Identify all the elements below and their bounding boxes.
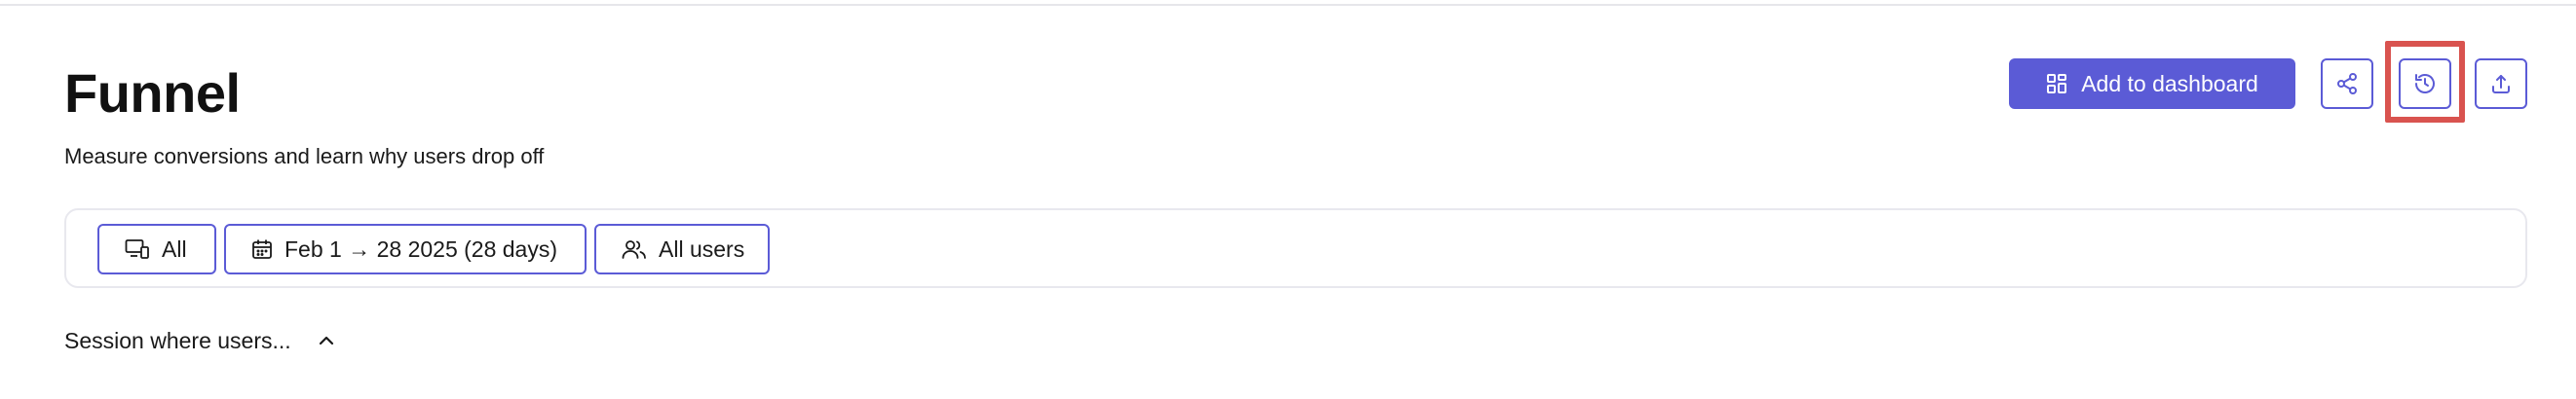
page-subtitle: Measure conversions and learn why users … bbox=[64, 144, 545, 168]
calendar-icon bbox=[251, 238, 273, 260]
device-filter[interactable]: All bbox=[97, 224, 216, 274]
history-button[interactable] bbox=[2399, 58, 2451, 109]
session-label: Session where users... bbox=[64, 327, 291, 353]
audience-filter[interactable]: All users bbox=[594, 224, 770, 274]
share-icon bbox=[2335, 72, 2359, 95]
chevron-up-icon bbox=[317, 334, 336, 347]
add-to-dashboard-button[interactable]: Add to dashboard bbox=[2009, 58, 2295, 109]
dashboard-grid-icon bbox=[2046, 73, 2067, 94]
audience-filter-label: All users bbox=[659, 236, 745, 262]
date-range-label: Feb 1 → 28 2025 (28 days) bbox=[284, 236, 557, 262]
session-section-toggle[interactable]: Session where users... bbox=[64, 325, 336, 356]
add-to-dashboard-label: Add to dashboard bbox=[2081, 70, 2258, 96]
users-icon bbox=[622, 238, 647, 260]
top-divider bbox=[0, 4, 2576, 6]
history-icon bbox=[2413, 72, 2437, 95]
date-range-filter[interactable]: Feb 1 → 28 2025 (28 days) bbox=[224, 224, 587, 274]
upload-icon bbox=[2489, 72, 2513, 95]
filter-bar: All Feb 1 → 28 2025 (28 days) All users bbox=[64, 208, 2527, 288]
export-button[interactable] bbox=[2475, 58, 2527, 109]
share-button[interactable] bbox=[2321, 58, 2373, 109]
device-filter-label: All bbox=[162, 236, 187, 262]
devices-icon bbox=[125, 238, 150, 260]
page-title: Funnel bbox=[64, 62, 241, 124]
